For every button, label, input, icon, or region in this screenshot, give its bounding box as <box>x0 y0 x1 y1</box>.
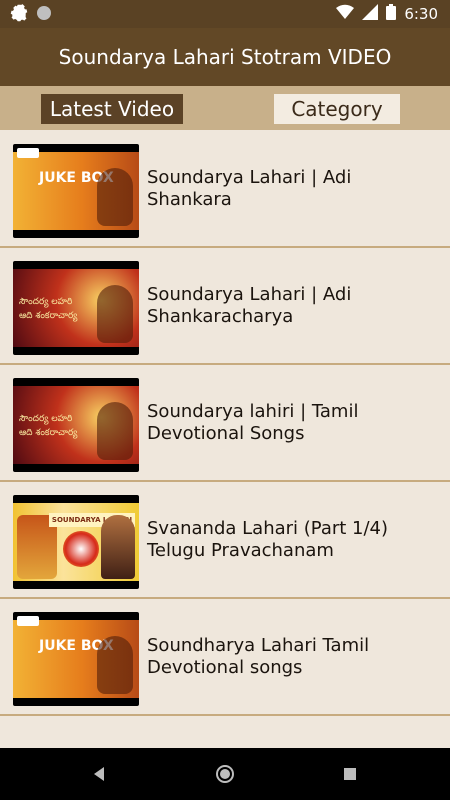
video-list-item[interactable]: JUKE BOX Soundharya Lahari Tamil Devotio… <box>0 598 450 716</box>
channel-logo-icon <box>17 148 39 158</box>
video-title[interactable]: Soundarya Lahari | Adi Shankara <box>147 167 437 211</box>
status-left-icons <box>10 4 52 26</box>
thumbnail-artwork: SOUNDARYA LAHARI <box>13 503 139 581</box>
video-title[interactable]: Soundarya lahiri | Tamil Devotional Song… <box>147 401 437 445</box>
video-title[interactable]: Svananda Lahari (Part 1/4) Telugu Pravac… <box>147 518 437 562</box>
app-bar: Soundarya Lahari Stotram VIDEO <box>0 28 450 86</box>
channel-logo-icon <box>17 616 39 626</box>
status-time: 6:30 <box>404 5 438 23</box>
video-thumbnail[interactable]: SOUNDARYA LAHARI <box>13 495 139 589</box>
tab-category[interactable]: Category <box>274 94 400 124</box>
video-list-item[interactable]: సౌందర్య లహరి ఆది శంకరాచార్య Soundarya la… <box>0 364 450 482</box>
status-bar: 6:30 <box>0 0 450 28</box>
signal-icon <box>362 4 379 24</box>
deity-figure-icon <box>97 168 133 226</box>
video-title[interactable]: Soundharya Lahari Tamil Devotional songs <box>147 635 437 679</box>
settings-icon <box>10 4 28 26</box>
tab-latest-video-label: Latest Video <box>49 97 175 121</box>
recents-icon[interactable] <box>340 764 360 784</box>
app-title: Soundarya Lahari Stotram VIDEO <box>58 45 392 69</box>
video-title[interactable]: Soundarya Lahari | Adi Shankaracharya <box>147 284 437 328</box>
status-right-icons: 6:30 <box>336 4 438 24</box>
home-icon[interactable] <box>215 764 235 784</box>
video-thumbnail[interactable]: JUKE BOX <box>13 612 139 706</box>
thumbnail-caption: సౌందర్య లహరి ఆది శంకరాచార్య <box>19 297 78 321</box>
circle-notification-icon <box>36 5 52 25</box>
mandala-icon <box>63 531 99 567</box>
video-thumbnail[interactable]: JUKE BOX <box>13 144 139 238</box>
system-nav-bar <box>0 748 450 800</box>
battery-icon <box>386 4 397 24</box>
video-thumbnail[interactable]: సౌందర్య లహరి ఆది శంకరాచార్య <box>13 261 139 355</box>
back-icon[interactable] <box>90 764 110 784</box>
thumbnail-artwork: సౌందర్య లహరి ఆది శంకరాచార్య <box>13 269 139 347</box>
deity-figure-icon <box>97 285 133 343</box>
thumbnail-artwork: JUKE BOX <box>13 620 139 698</box>
thumbnail-artwork: సౌందర్య లహరి ఆది శంకరాచార్య <box>13 386 139 464</box>
deity-figure-icon <box>97 402 133 460</box>
thumbnail-caption: సౌందర్య లహరి ఆది శంకరాచార్య <box>19 414 78 438</box>
wifi-icon <box>336 4 355 24</box>
video-list-item[interactable]: సౌందర్య లహరి ఆది శంకరాచార్య Soundarya La… <box>0 247 450 365</box>
tab-latest-video[interactable]: Latest Video <box>41 94 183 124</box>
video-thumbnail[interactable]: సౌందర్య లహరి ఆది శంకరాచార్య <box>13 378 139 472</box>
tab-category-label: Category <box>291 97 383 121</box>
tab-strip: Latest Video Category <box>0 86 450 130</box>
sage-figure-icon <box>101 515 135 579</box>
deity-figure-icon <box>97 636 133 694</box>
video-list-item[interactable]: JUKE BOX Soundarya Lahari | Adi Shankara <box>0 130 450 248</box>
thumbnail-artwork: JUKE BOX <box>13 152 139 230</box>
video-list[interactable]: JUKE BOX Soundarya Lahari | Adi Shankara… <box>0 130 450 748</box>
video-list-item[interactable]: SOUNDARYA LAHARI Svananda Lahari (Part 1… <box>0 481 450 599</box>
